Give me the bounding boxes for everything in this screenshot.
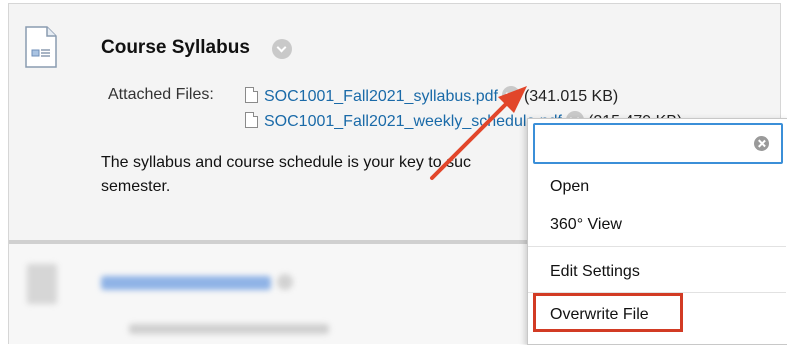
- annotation-highlight-box: [533, 293, 683, 332]
- document-icon: [27, 264, 57, 304]
- chevron-down-icon[interactable]: [272, 39, 292, 59]
- attached-file-syllabus: SOC1001_Fall2021_syllabus.pdf (341.015 KB…: [245, 86, 618, 106]
- item-title-text[interactable]: Course Syllabus: [101, 37, 250, 58]
- description-line: The syllabus and course schedule is your…: [101, 154, 471, 171]
- document-icon: [25, 26, 57, 68]
- chevron-down-icon: [277, 274, 293, 290]
- item-title[interactable]: Course Syllabus: [101, 37, 292, 59]
- clear-icon[interactable]: [754, 136, 769, 151]
- file-size: (341.015 KB): [523, 88, 619, 105]
- file-link[interactable]: SOC1001_Fall2021_syllabus.pdf: [264, 88, 498, 105]
- file-link[interactable]: SOC1001_Fall2021_weekly_schedule.pdf: [264, 113, 562, 130]
- file-icon: [245, 112, 258, 128]
- file-icon: [245, 87, 258, 103]
- menu-item-360-view[interactable]: 360° View: [550, 216, 622, 234]
- blurred-item-title: [101, 276, 271, 290]
- description-line: semester.: [101, 178, 171, 195]
- menu-item-open[interactable]: Open: [550, 178, 589, 196]
- attached-files-label: Attached Files:: [108, 86, 214, 103]
- menu-item-edit-settings[interactable]: Edit Settings: [550, 263, 640, 281]
- chevron-down-icon[interactable]: [501, 86, 520, 104]
- menu-separator: [528, 246, 786, 247]
- blurred-item-text: [129, 324, 329, 334]
- item-description: The syllabus and course schedule is your…: [101, 151, 531, 199]
- menu-search-input[interactable]: [533, 123, 783, 164]
